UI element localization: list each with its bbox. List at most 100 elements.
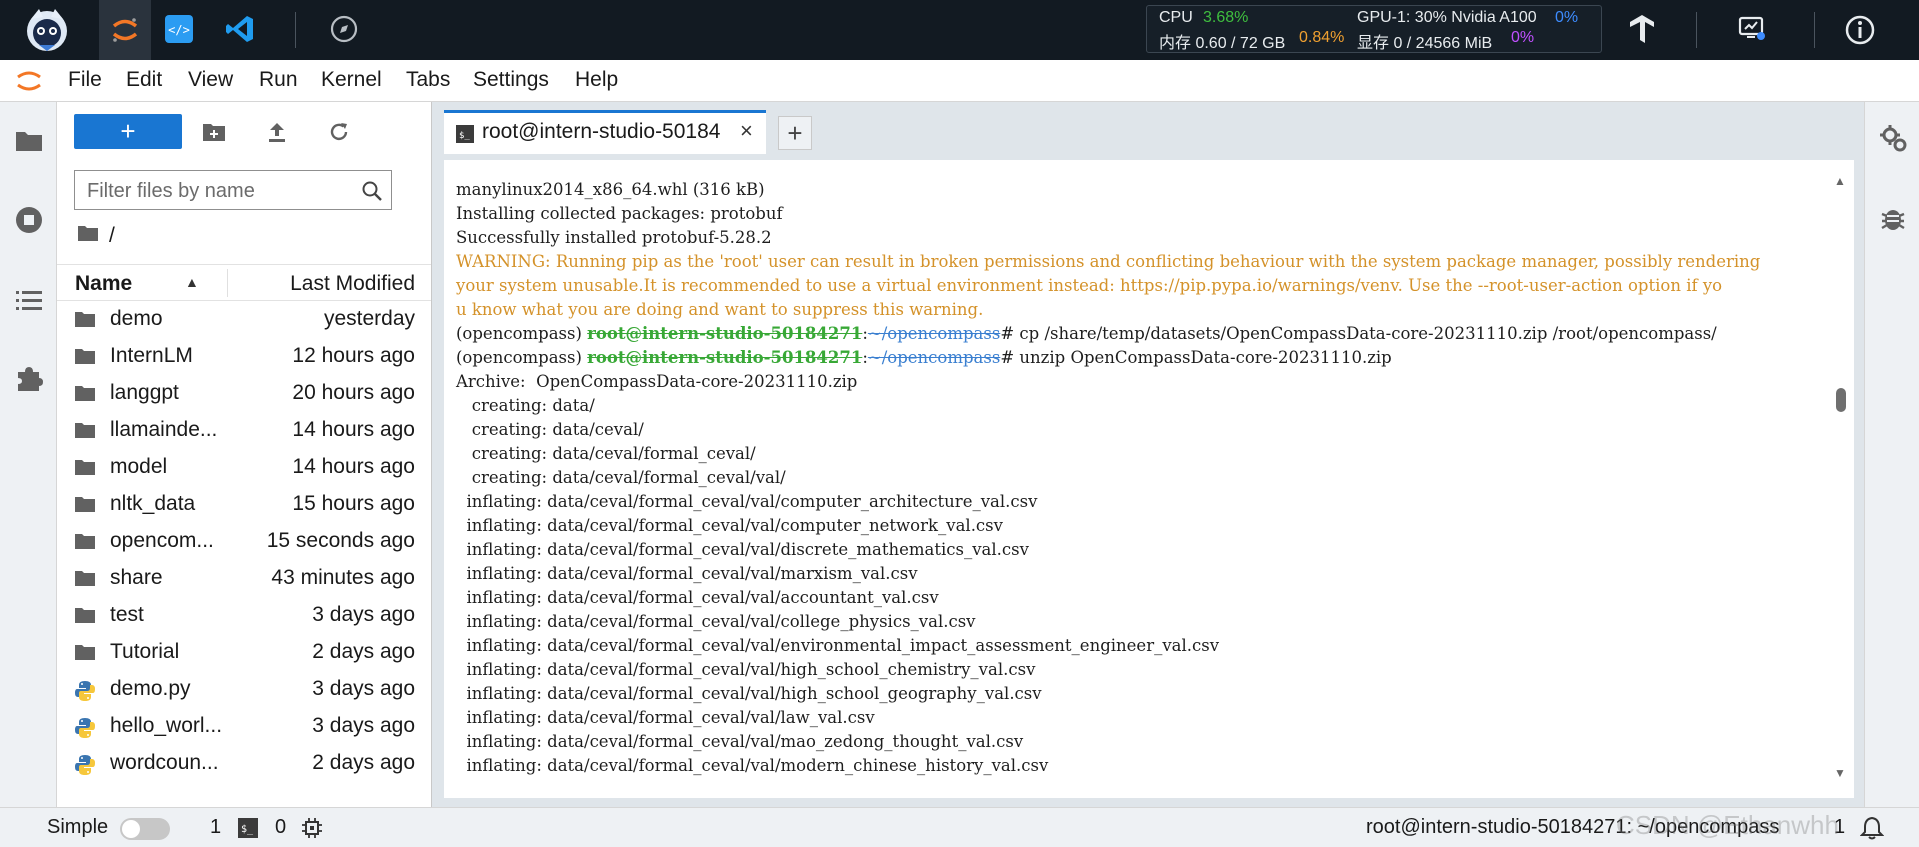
tab-bar: $_ root@intern-studio-50184 × +: [444, 110, 1854, 154]
prompt-user: root@intern-studio-50184271: [587, 348, 863, 367]
cpu-chip-icon[interactable]: [302, 818, 322, 844]
refresh-icon[interactable]: [325, 118, 353, 146]
column-modified-header[interactable]: Last Modified: [290, 272, 415, 296]
menu-file[interactable]: File: [68, 68, 102, 92]
prompt-env: (opencompass): [456, 324, 588, 343]
code-editor-icon[interactable]: </>: [163, 13, 195, 45]
simple-mode-label: Simple: [47, 816, 109, 838]
tab-close-icon[interactable]: ×: [740, 118, 753, 144]
new-launcher-button[interactable]: +: [74, 114, 182, 149]
file-list-item[interactable]: share 43 minutes ago: [57, 560, 431, 597]
scrollbar-thumb[interactable]: [1836, 388, 1846, 412]
jupyter-launcher-icon[interactable]: [99, 0, 151, 60]
kernels-count[interactable]: 1: [210, 816, 221, 839]
vscode-icon[interactable]: [224, 13, 256, 45]
file-name: demo.py: [110, 677, 191, 700]
table-of-contents-icon[interactable]: [14, 285, 44, 315]
file-name: wordcoun...: [110, 751, 219, 774]
file-list-item[interactable]: wordcoun... 2 days ago: [57, 745, 431, 782]
monitor-settings-icon[interactable]: [1736, 13, 1768, 45]
cpu-value: 3.68%: [1203, 9, 1249, 26]
file-modified: 2 days ago: [312, 751, 415, 774]
new-folder-icon[interactable]: [200, 118, 228, 146]
breadcrumb-root[interactable]: /: [109, 224, 115, 248]
terminal-line: WARNING: Running pip as the 'root' user …: [456, 252, 1761, 271]
python-file-icon: [74, 754, 98, 775]
file-list-item[interactable]: demo.py 3 days ago: [57, 671, 431, 708]
tensorflow-icon[interactable]: [1626, 13, 1658, 45]
file-modified: 12 hours ago: [292, 344, 415, 367]
menu-edit[interactable]: Edit: [126, 68, 162, 92]
file-list-item[interactable]: llamainde... 14 hours ago: [57, 412, 431, 449]
file-list-item[interactable]: demo yesterday: [57, 301, 431, 338]
file-list-item[interactable]: nltk_data 15 hours ago: [57, 486, 431, 523]
scroll-down-arrow-icon[interactable]: ▼: [1834, 766, 1846, 780]
prompt-hash: #: [1000, 324, 1020, 343]
folder-icon: [74, 532, 98, 552]
terminal-line: (opencompass) root@intern-studio-5018427…: [456, 346, 1828, 370]
file-list-item[interactable]: model 14 hours ago: [57, 449, 431, 486]
terminal-line: inflating: data/ceval/formal_ceval/val/m…: [456, 564, 918, 583]
upload-icon[interactable]: [263, 118, 291, 146]
top-bar: </> CPU 3.68% 内存 0.60 / 72 GB 0.84% GPU-…: [0, 0, 1919, 60]
file-modified: 15 seconds ago: [266, 529, 415, 552]
folder-icon: [74, 310, 98, 330]
folder-icon: [74, 569, 98, 589]
file-filter-input[interactable]: [85, 177, 349, 205]
folder-icon: [74, 384, 98, 404]
compass-icon[interactable]: [328, 13, 360, 45]
file-list-item[interactable]: test 3 days ago: [57, 597, 431, 634]
tab-terminal[interactable]: $_ root@intern-studio-50184 ×: [444, 110, 766, 154]
menu-tabs[interactable]: Tabs: [406, 68, 450, 92]
cpu-label: CPU: [1159, 9, 1193, 26]
add-tab-button[interactable]: +: [778, 116, 812, 150]
column-name-header[interactable]: Name: [75, 272, 132, 296]
svg-text:$_: $_: [459, 131, 470, 141]
notification-bell-icon[interactable]: [1859, 816, 1885, 846]
file-name: InternLM: [110, 344, 193, 367]
memory-percent: 0.84%: [1299, 29, 1345, 46]
sort-ascending-icon[interactable]: ▲: [185, 274, 199, 290]
menu-help[interactable]: Help: [575, 68, 618, 92]
debugger-bug-icon[interactable]: [1879, 204, 1909, 234]
scroll-up-arrow-icon[interactable]: ▲: [1834, 174, 1846, 188]
column-divider[interactable]: [227, 269, 228, 297]
memory-label: 内存 0.60 / 72 GB: [1159, 35, 1286, 52]
running-sessions-icon[interactable]: [14, 205, 44, 235]
breadcrumb: /: [77, 224, 115, 248]
extensions-puzzle-icon[interactable]: [14, 363, 44, 393]
terminal-line: creating: data/ceval/: [456, 420, 644, 439]
file-list-item[interactable]: hello_worl... 3 days ago: [57, 708, 431, 745]
breadcrumb-folder-icon[interactable]: [77, 224, 99, 248]
terminal-line: (opencompass) root@intern-studio-5018427…: [456, 322, 1828, 346]
simple-mode-toggle[interactable]: [120, 818, 170, 840]
property-inspector-gears-icon[interactable]: [1879, 124, 1909, 154]
file-modified: 43 minutes ago: [271, 566, 415, 589]
divider: [1814, 12, 1815, 48]
left-sidebar-rail: [0, 102, 57, 807]
file-name: share: [110, 566, 163, 589]
vram-label: 显存 0 / 24566 MiB: [1357, 35, 1493, 52]
menu-settings[interactable]: Settings: [473, 68, 549, 92]
gpu-percent: 0%: [1555, 9, 1579, 26]
terminal-panel[interactable]: manylinux2014_x86_64.whl (316 kB) Install…: [444, 160, 1854, 798]
terminal-scrollbar[interactable]: ▲ ▼: [1834, 174, 1848, 784]
menu-run[interactable]: Run: [259, 68, 298, 92]
file-list-item[interactable]: langgpt 20 hours ago: [57, 375, 431, 412]
info-icon[interactable]: [1843, 13, 1877, 47]
terminal-line: Installing collected packages: protobuf: [456, 204, 783, 223]
terminal-line: your system unusable.It is recommended t…: [456, 276, 1723, 295]
file-list-item[interactable]: InternLM 12 hours ago: [57, 338, 431, 375]
menu-view[interactable]: View: [188, 68, 233, 92]
main-dock-area: $_ root@intern-studio-50184 × + manylinu…: [432, 102, 1864, 807]
vram-percent: 0%: [1511, 29, 1535, 46]
file-list-item[interactable]: Tutorial 2 days ago: [57, 634, 431, 671]
folder-icon[interactable]: [14, 126, 44, 156]
terminal-line: Successfully installed protobuf-5.28.2: [456, 228, 772, 247]
file-list-item[interactable]: opencom... 15 seconds ago: [57, 523, 431, 560]
terminal-status-icon[interactable]: $_: [238, 818, 258, 844]
prompt-path: ~/opencompass: [867, 348, 1001, 367]
terminals-count[interactable]: 0: [275, 816, 286, 839]
mascot-logo-icon[interactable]: [20, 4, 74, 56]
menu-kernel[interactable]: Kernel: [321, 68, 382, 92]
